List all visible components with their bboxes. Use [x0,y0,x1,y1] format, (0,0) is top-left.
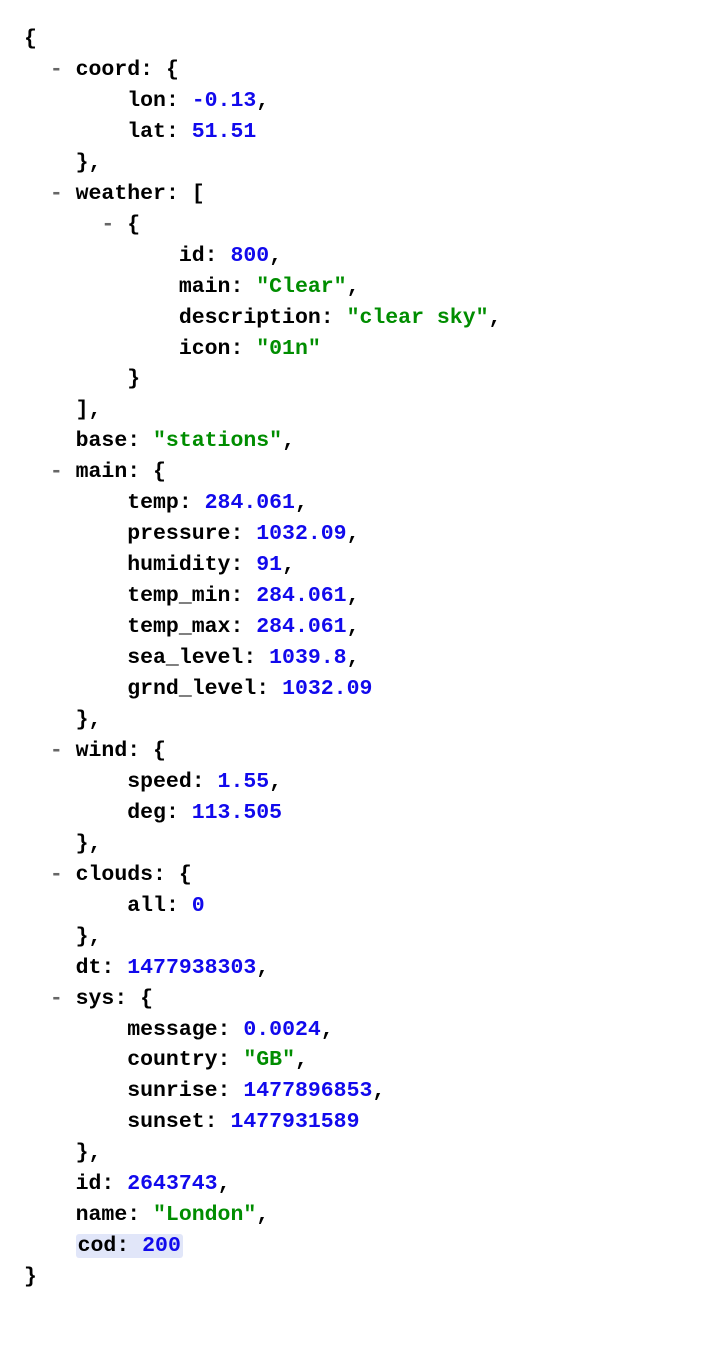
clouds-close: }, [24,922,694,953]
pressure-row: pressure: 1032.09, [24,519,694,550]
weather-main-row: main: "Clear", [24,272,694,303]
deg-row: deg: 113.505 [24,798,694,829]
dt-row: dt: 1477938303, [24,953,694,984]
all-row: all: 0 [24,891,694,922]
sys-key-row: - sys: { [24,984,694,1015]
toggle-wind[interactable]: - [50,736,63,767]
toggle-main[interactable]: - [50,457,63,488]
sunset-row: sunset: 1477931589 [24,1107,694,1138]
wind-key-row: - wind: { [24,736,694,767]
main-close: }, [24,705,694,736]
tempmin-row: temp_min: 284.061, [24,581,694,612]
weather-close: ], [24,395,694,426]
coord-key-row: - coord: { [24,55,694,86]
weather-item-open: - { [24,210,694,241]
toggle-sys[interactable]: - [50,984,63,1015]
cod-row: cod: 200 [24,1231,694,1262]
weather-desc-row: description: "clear sky", [24,303,694,334]
speed-row: speed: 1.55, [24,767,694,798]
weather-item-close: } [24,364,694,395]
name-row: name: "London", [24,1200,694,1231]
toggle-weather[interactable]: - [50,179,63,210]
lon-row: lon: -0.13, [24,86,694,117]
tempmax-row: temp_max: 284.061, [24,612,694,643]
message-row: message: 0.0024, [24,1015,694,1046]
sealevel-row: sea_level: 1039.8, [24,643,694,674]
sunrise-row: sunrise: 1477896853, [24,1076,694,1107]
weather-icon-row: icon: "01n" [24,334,694,365]
base-row: base: "stations", [24,426,694,457]
toggle-weather-0[interactable]: - [101,210,114,241]
id-row: id: 2643743, [24,1169,694,1200]
sys-close: }, [24,1138,694,1169]
toggle-coord[interactable]: - [50,55,63,86]
lat-row: lat: 51.51 [24,117,694,148]
json-viewer: { - coord: { lon: -0.13, lat: 51.51 }, -… [24,24,694,1293]
coord-close: }, [24,148,694,179]
grndlevel-row: grnd_level: 1032.09 [24,674,694,705]
brace-open: { [24,24,694,55]
main-key-row: - main: { [24,457,694,488]
wind-close: }, [24,829,694,860]
temp-row: temp: 284.061, [24,488,694,519]
toggle-clouds[interactable]: - [50,860,63,891]
weather-key-row: - weather: [ [24,179,694,210]
humidity-row: humidity: 91, [24,550,694,581]
clouds-key-row: - clouds: { [24,860,694,891]
weather-id-row: id: 800, [24,241,694,272]
brace-close: } [24,1262,694,1293]
country-row: country: "GB", [24,1045,694,1076]
